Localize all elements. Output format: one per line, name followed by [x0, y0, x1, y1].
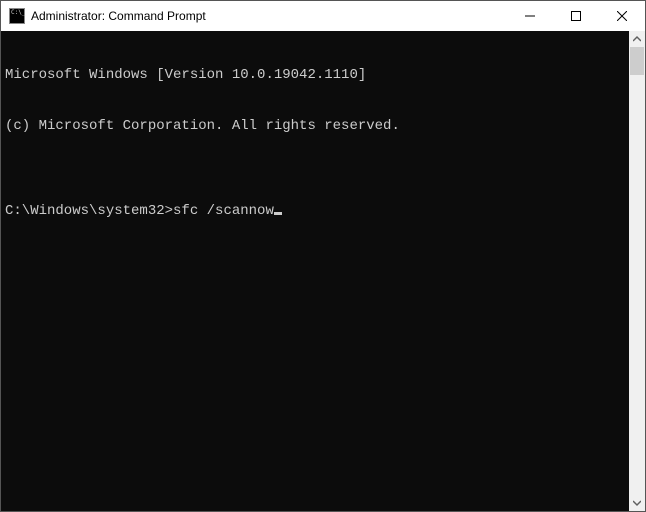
chevron-up-icon	[633, 35, 641, 43]
close-button[interactable]	[599, 1, 645, 31]
command-prompt-window: Administrator: Command Prompt Microsoft …	[0, 0, 646, 512]
prompt-line: C:\Windows\system32>sfc /scannow	[5, 203, 629, 220]
scroll-thumb[interactable]	[630, 47, 644, 75]
vertical-scrollbar[interactable]	[629, 31, 645, 511]
cmd-app-icon	[9, 8, 25, 24]
close-icon	[617, 11, 627, 21]
text-cursor	[274, 212, 282, 215]
maximize-button[interactable]	[553, 1, 599, 31]
window-title: Administrator: Command Prompt	[31, 9, 507, 23]
minimize-button[interactable]	[507, 1, 553, 31]
command-input[interactable]: sfc /scannow	[173, 203, 282, 220]
typed-command: sfc /scannow	[173, 203, 274, 220]
maximize-icon	[571, 11, 581, 21]
header-line-1: Microsoft Windows [Version 10.0.19042.11…	[5, 67, 629, 84]
chevron-down-icon	[633, 499, 641, 507]
window-controls	[507, 1, 645, 31]
terminal-output[interactable]: Microsoft Windows [Version 10.0.19042.11…	[1, 31, 629, 511]
scroll-up-button[interactable]	[629, 31, 645, 47]
titlebar[interactable]: Administrator: Command Prompt	[1, 1, 645, 31]
scroll-down-button[interactable]	[629, 495, 645, 511]
header-line-2: (c) Microsoft Corporation. All rights re…	[5, 118, 629, 135]
minimize-icon	[525, 11, 535, 21]
client-area: Microsoft Windows [Version 10.0.19042.11…	[1, 31, 645, 511]
prompt-path: C:\Windows\system32>	[5, 203, 173, 220]
